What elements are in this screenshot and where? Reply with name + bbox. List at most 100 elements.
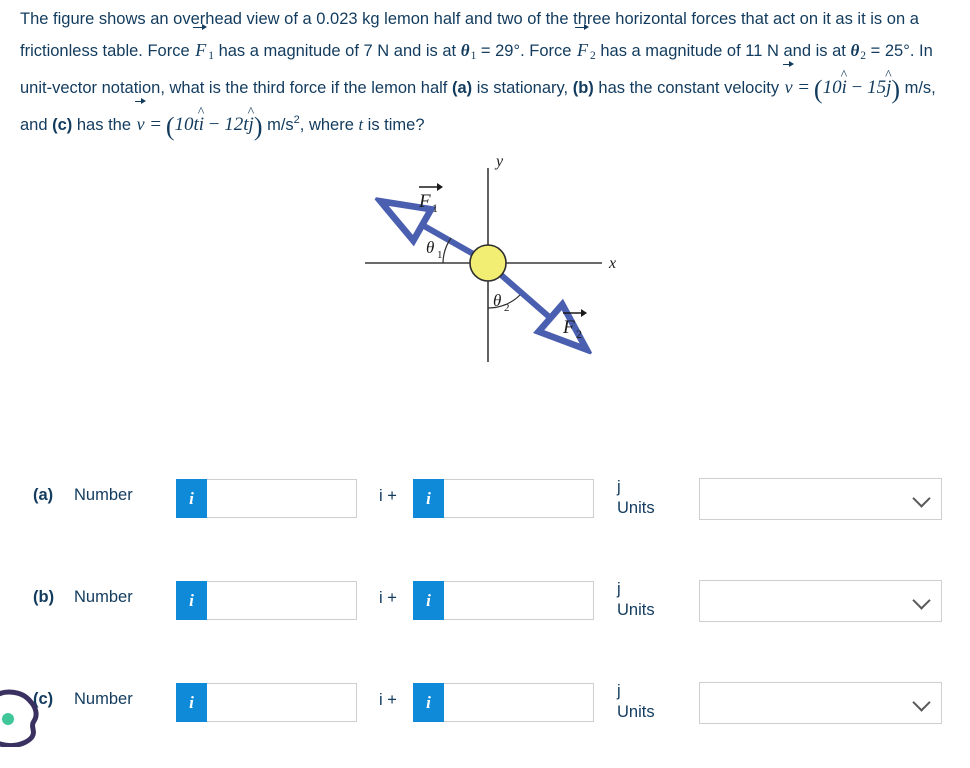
i-plus-label-b: i + xyxy=(379,589,397,607)
unit-vector-i-b: i xyxy=(842,72,847,103)
part-b-label: (b) xyxy=(33,588,55,606)
problem-mass-value: 0.023 kg xyxy=(316,10,380,28)
answer-row-c: (c) Number i i + i j Units xyxy=(0,666,970,768)
answer-c-i-group: i xyxy=(176,683,357,722)
paren-close-c: ) xyxy=(253,112,263,141)
y-axis-label: y xyxy=(494,153,504,170)
force1-subscript: 1 xyxy=(208,50,214,62)
j-units-label-b: j Units xyxy=(617,579,655,621)
i-plus-label-c: i + xyxy=(379,691,397,709)
answer-c-i-input[interactable] xyxy=(207,683,357,722)
j-label-a: j xyxy=(617,478,621,496)
force2-subscript: 2 xyxy=(590,50,596,62)
problem-text-stationary: is stationary, xyxy=(472,79,573,97)
vb-minus-sign: − xyxy=(846,77,868,98)
theta1-figure-subscript: 1 xyxy=(437,249,443,261)
force-diagram: y x F 1 F 2 θ 1 θ 2 xyxy=(365,153,616,362)
force1-vector-symbol: F xyxy=(193,24,208,66)
unit-vector-j-c: j xyxy=(249,109,254,140)
vc-x-coefficient: 10t xyxy=(174,114,199,135)
part-c-tag-inline: (c) xyxy=(52,116,73,134)
answer-b-i-group: i xyxy=(176,581,357,620)
problem-text-mag1a: has a magnitude of xyxy=(213,42,364,60)
answer-c-j-input[interactable] xyxy=(444,683,594,722)
part-b-tag-inline: (b) xyxy=(572,79,594,97)
answer-a-i-group: i xyxy=(176,479,357,518)
figure-area: y x F 1 F 2 θ 1 θ 2 xyxy=(0,142,970,402)
units-label-b: Units xyxy=(617,601,655,619)
problem-text-where: , where xyxy=(299,116,359,134)
force2-figure-subscript: 2 xyxy=(576,327,582,341)
answer-section: (a) Number i i + i j Units (b) Number i … xyxy=(0,462,970,768)
chevron-down-icon-a xyxy=(912,489,931,508)
force1-magnitude-value: 7 N xyxy=(363,42,390,60)
answer-a-j-input[interactable] xyxy=(444,479,594,518)
problem-text-velocity: has the constant velocity xyxy=(593,79,784,97)
vc-y-coefficient: 12t xyxy=(224,114,249,135)
velocity-expression-c: v = (10ti − 12tj) xyxy=(134,98,263,141)
velocity-expression-b: v = (10i − 15j) xyxy=(782,61,900,104)
answer-b-j-group: i xyxy=(413,581,594,620)
theta2-figure-subscript: 2 xyxy=(504,302,510,314)
force2-vector-symbol: F xyxy=(575,24,590,66)
answer-c-j-group: i xyxy=(413,683,594,722)
problem-statement: The figure shows an overhead view of a 0… xyxy=(0,0,970,142)
paren-close-b: ) xyxy=(891,75,901,104)
theta1-figure-label: θ 1 xyxy=(426,238,443,261)
info-icon-b-i[interactable]: i xyxy=(176,581,207,620)
velocity-vector-symbol-b: v xyxy=(782,61,794,103)
force1-figure-symbol: F xyxy=(418,191,431,212)
info-icon-b-j[interactable]: i xyxy=(413,581,444,620)
part-c-label: (c) xyxy=(33,690,54,708)
answer-a-i-input[interactable] xyxy=(207,479,357,518)
theta2-symbol: θ xyxy=(850,41,860,60)
problem-text-units-c: m/s xyxy=(262,116,294,134)
force2-figure-label: F 2 xyxy=(562,309,587,341)
theta2-subscript: 2 xyxy=(860,50,867,62)
force1-figure-subscript: 1 xyxy=(432,201,438,215)
problem-text-hasthe: has the xyxy=(72,116,136,134)
unit-select-c[interactable] xyxy=(699,682,942,724)
j-label-c: j xyxy=(617,682,621,700)
part-a-tag-inline: (a) xyxy=(451,79,473,97)
x-axis-label: x xyxy=(608,255,616,272)
vc-minus-sign: − xyxy=(204,114,225,135)
theta1-value: = 29° xyxy=(480,42,521,60)
unit-select-b[interactable] xyxy=(699,580,942,622)
info-icon-a-i[interactable]: i xyxy=(176,479,207,518)
problem-text-istime: is time? xyxy=(363,116,425,134)
equals-sign-c: = xyxy=(145,114,166,135)
answer-row-a: (a) Number i i + i j Units xyxy=(0,462,970,564)
problem-text-at2: and is at xyxy=(778,42,851,60)
answer-b-i-input[interactable] xyxy=(207,581,357,620)
chevron-down-icon-c xyxy=(912,693,931,712)
theta1-figure-symbol: θ xyxy=(426,238,434,257)
vb-x-coefficient: 10 xyxy=(822,77,842,98)
info-icon-a-j[interactable]: i xyxy=(413,479,444,518)
theta2-value: = 25° xyxy=(870,42,910,60)
number-label-a: Number xyxy=(74,486,133,504)
theta2-figure-label: θ 2 xyxy=(493,291,510,314)
info-icon-c-i[interactable]: i xyxy=(176,683,207,722)
force2-figure-symbol: F xyxy=(562,317,575,338)
problem-text-mag2a: has a magnitude of xyxy=(595,42,746,60)
j-units-label-c: j Units xyxy=(617,681,655,723)
unit-select-a[interactable] xyxy=(699,478,942,520)
velocity-vector-symbol-c: v xyxy=(134,98,146,140)
chevron-down-icon-b xyxy=(912,591,931,610)
i-plus-label-a: i + xyxy=(379,487,397,505)
units-label-c: Units xyxy=(617,703,655,721)
units-label-a: Units xyxy=(617,499,655,517)
force2-magnitude-value: 11 N xyxy=(745,42,779,60)
answer-b-j-input[interactable] xyxy=(444,581,594,620)
problem-text-at1: and is at xyxy=(389,42,461,60)
part-a-label: (a) xyxy=(33,486,54,504)
problem-text-intro: The figure shows an overhead view of a xyxy=(20,10,317,28)
unit-vector-j-b: j xyxy=(886,72,891,103)
info-icon-c-j[interactable]: i xyxy=(413,683,444,722)
j-units-label-a: j Units xyxy=(617,477,655,519)
j-label-b: j xyxy=(617,580,621,598)
paren-open-b: ( xyxy=(813,75,823,104)
theta1-symbol: θ xyxy=(460,41,470,60)
lemon-half-object xyxy=(469,244,507,282)
